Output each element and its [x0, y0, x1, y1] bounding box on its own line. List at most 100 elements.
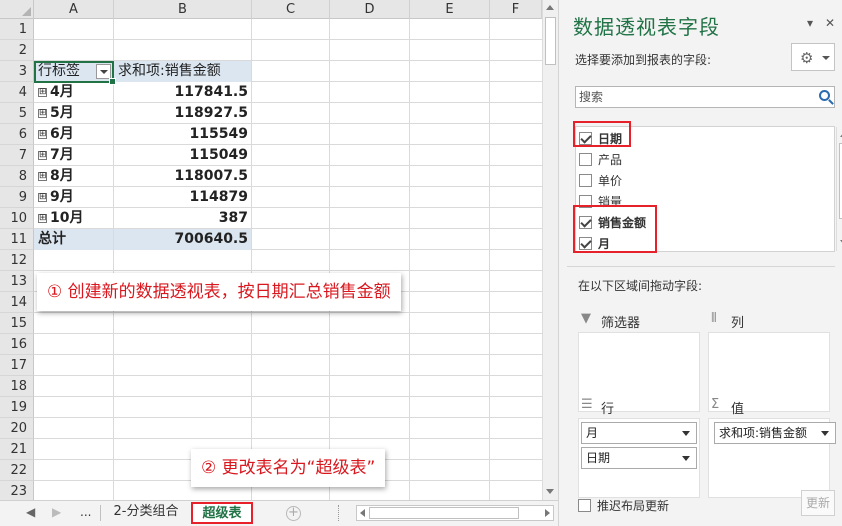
row-header-12[interactable]: 12	[0, 250, 34, 271]
highlight-amount-month-fields	[573, 205, 657, 253]
gridline	[34, 375, 542, 376]
row-header-16[interactable]: 16	[0, 334, 34, 355]
tab-scroll-right-icon[interactable]: ▶	[52, 505, 61, 519]
row-header-4[interactable]: 4	[0, 82, 34, 103]
pivot-row-label[interactable]: ⊞ 7月	[34, 145, 113, 166]
pivot-row-value[interactable]: 118007.5	[114, 166, 251, 187]
horizontal-scroll-thumb[interactable]	[369, 507, 519, 519]
checkbox[interactable]	[578, 499, 591, 512]
row-field-month[interactable]: 月	[581, 422, 697, 444]
row-header-3[interactable]: 3	[0, 61, 34, 82]
pivot-row-label[interactable]: ⊞ 5月	[34, 103, 113, 124]
pivot-total-value[interactable]: 700640.5	[114, 229, 251, 250]
pivot-row-value[interactable]: 117841.5	[114, 82, 251, 103]
columns-area-label: 列	[731, 316, 745, 331]
gridline	[34, 39, 542, 40]
column-header-e[interactable]: E	[410, 0, 490, 19]
row-field-date[interactable]: 日期	[581, 447, 697, 469]
row-header-21[interactable]: 21	[0, 439, 34, 460]
column-header-b[interactable]: B	[114, 0, 252, 19]
row-header-10[interactable]: 10	[0, 208, 34, 229]
vertical-scroll-thumb[interactable]	[545, 17, 556, 65]
row-header-17[interactable]: 17	[0, 355, 34, 376]
row-header-8[interactable]: 8	[0, 166, 34, 187]
row-header-22[interactable]: 22	[0, 460, 34, 481]
row-header-18[interactable]: 18	[0, 376, 34, 397]
values-area-label: 值	[731, 402, 745, 417]
rows-icon: ☰	[581, 397, 593, 412]
search-icon[interactable]	[819, 90, 830, 101]
pivot-row-label[interactable]: ⊞ 10月	[34, 208, 113, 229]
row-header-6[interactable]: 6	[0, 124, 34, 145]
row-header-2[interactable]: 2	[0, 40, 34, 61]
expand-icon[interactable]: ⊞	[38, 108, 47, 118]
column-header-a[interactable]: A	[34, 0, 114, 19]
row-header-19[interactable]: 19	[0, 397, 34, 418]
field-settings-button[interactable]: ⚙	[791, 43, 835, 71]
tab-scroll-left-icon[interactable]: ◀	[26, 505, 35, 519]
column-header-f[interactable]: F	[490, 0, 542, 19]
select-all-corner[interactable]	[0, 0, 34, 19]
pivot-row-value[interactable]: 115549	[114, 124, 251, 145]
scroll-down-arrow-icon[interactable]	[837, 235, 842, 251]
pivot-row-label[interactable]: ⊞ 9月	[34, 187, 113, 208]
row-header-14[interactable]: 14	[0, 292, 34, 313]
row-header-13[interactable]: 13	[0, 271, 34, 292]
spreadsheet-grid[interactable]: A B C D E F 1 2 3 4 5 6 7 8 9 10 11 12 13 14 15 16 17 18 1…	[0, 0, 542, 500]
values-drop-area[interactable]: 求和项:销售金额	[708, 418, 836, 498]
pivot-value-header[interactable]: 求和项:销售金额	[114, 61, 251, 82]
columns-drop-area[interactable]	[708, 332, 830, 412]
rows-area-label: 行	[601, 402, 615, 417]
expand-icon[interactable]: ⊞	[38, 213, 47, 223]
pivot-row-label[interactable]: ⊞ 8月	[34, 166, 113, 187]
row-header-20[interactable]: 20	[0, 418, 34, 439]
tab-classification-combo[interactable]: 2-分类组合	[106, 502, 186, 524]
column-header-c[interactable]: C	[252, 0, 330, 19]
drag-hint: 在以下区域间拖动字段:	[578, 279, 703, 293]
row-header-11[interactable]: 11	[0, 229, 34, 250]
expand-icon[interactable]: ⊞	[38, 87, 47, 97]
row-header-1[interactable]: 1	[0, 19, 34, 40]
expand-icon[interactable]: ⊞	[38, 129, 47, 139]
row-header-15[interactable]: 15	[0, 313, 34, 334]
tab-super-table[interactable]: 超级表	[191, 502, 253, 524]
vertical-scrollbar[interactable]	[542, 0, 558, 500]
row-header-9[interactable]: 9	[0, 187, 34, 208]
pivot-row-label[interactable]: ⊞ 6月	[34, 124, 113, 145]
pivot-total-label[interactable]: 总计	[34, 229, 113, 250]
update-button[interactable]: 更新	[801, 490, 835, 516]
scroll-up-arrow-icon[interactable]	[837, 127, 842, 143]
horizontal-scrollbar[interactable]	[356, 505, 554, 521]
pivot-row-value[interactable]: 118927.5	[114, 103, 251, 124]
field-search-input[interactable]: 搜索	[575, 86, 835, 108]
expand-icon[interactable]: ⊞	[38, 192, 47, 202]
checkbox[interactable]	[579, 153, 592, 166]
pivot-row-value[interactable]: 114879	[114, 187, 251, 208]
field-item[interactable]: 单价	[579, 171, 622, 191]
close-icon[interactable]: ✕	[825, 16, 835, 30]
pivot-row-value[interactable]: 387	[114, 208, 251, 229]
field-list-scrollbar[interactable]	[836, 127, 842, 251]
expand-icon[interactable]: ⊞	[38, 150, 47, 160]
defer-layout-update-checkbox[interactable]: 推迟布局更新	[578, 497, 669, 514]
column-header-d[interactable]: D	[330, 0, 410, 19]
value-field-sum-amount[interactable]: 求和项:销售金额	[714, 422, 836, 444]
rows-drop-area[interactable]: 月 日期	[578, 418, 700, 498]
row-header-23[interactable]: 23	[0, 481, 34, 500]
field-item[interactable]: 产品	[579, 150, 622, 170]
pane-options-dropdown-icon[interactable]: ▾	[807, 16, 813, 30]
row-header-7[interactable]: 7	[0, 145, 34, 166]
row-header-5[interactable]: 5	[0, 103, 34, 124]
pane-title: 数据透视表字段	[573, 15, 720, 39]
divider	[567, 266, 835, 267]
tab-splitter[interactable]	[338, 505, 341, 521]
more-tabs-ellipsis[interactable]: ...	[80, 505, 91, 519]
checkbox[interactable]	[579, 174, 592, 187]
filters-drop-area[interactable]	[578, 332, 700, 412]
scroll-down-arrow-icon[interactable]	[543, 484, 558, 500]
pivot-row-label[interactable]: ⊞ 4月	[34, 82, 113, 103]
expand-icon[interactable]: ⊞	[38, 171, 47, 181]
add-sheet-icon[interactable]: +	[286, 506, 301, 521]
pivot-row-value[interactable]: 115049	[114, 145, 251, 166]
scroll-up-arrow-icon[interactable]	[543, 0, 558, 16]
